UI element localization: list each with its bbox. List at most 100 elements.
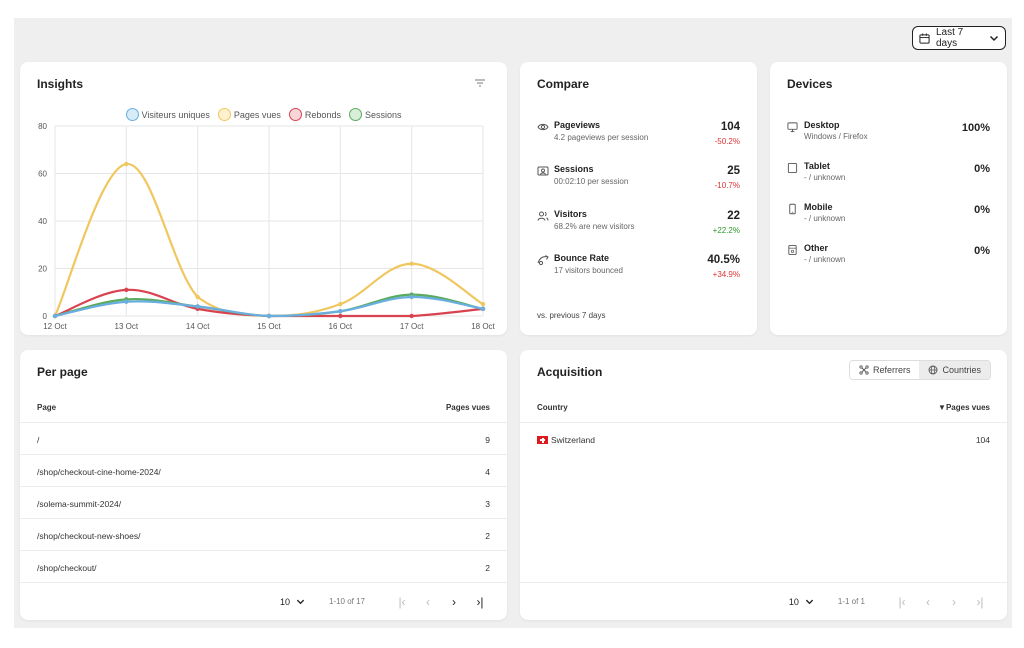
tab-countries[interactable]: Countries — [919, 361, 990, 379]
acquisition-tabs: Referrers Countries — [848, 360, 991, 380]
desktop-icon — [787, 122, 798, 133]
column-header-views-sorted[interactable]: ▼Pages vues — [938, 403, 990, 412]
compare-label: Pageviews — [554, 120, 601, 130]
data-point — [480, 301, 486, 307]
device-sub: - / unknown — [804, 214, 846, 223]
page-range: 1-1 of 1 — [837, 597, 865, 606]
data-point — [195, 294, 200, 300]
table-row[interactable]: /shop/checkout-new-shoes/ 2 — [20, 518, 507, 550]
column-header-views[interactable]: Pages vues — [446, 403, 490, 412]
page-views: 9 — [485, 435, 490, 445]
compare-delta: -10.7% — [714, 181, 740, 190]
page-views: 2 — [485, 563, 490, 573]
column-header-country[interactable]: Country — [537, 403, 568, 412]
devices-title: Devices — [787, 77, 833, 91]
page-views: 4 — [485, 467, 490, 477]
prev-page-icon[interactable]: ‹ — [915, 595, 941, 609]
devices-card: Devices Desktop Windows / Firefox 100% T… — [770, 62, 1007, 335]
compare-sub: 4.2 pageviews per session — [554, 133, 649, 142]
last-page-icon[interactable]: ›| — [467, 595, 493, 609]
next-page-icon[interactable]: › — [441, 595, 467, 609]
first-page-icon[interactable]: |‹ — [389, 595, 415, 609]
x-tick-label: 12 Oct — [43, 322, 67, 331]
globe-icon — [929, 365, 938, 375]
sessions-icon — [537, 166, 549, 176]
tablet-icon — [787, 162, 798, 174]
table-row[interactable]: /shop/checkout-cine-home-2024/ 4 — [20, 454, 507, 486]
page-path: /shop/checkout/ — [37, 563, 97, 573]
device-label: Mobile — [804, 202, 833, 212]
table-row[interactable]: Switzerland 104 — [520, 422, 1007, 454]
swiss-flag-icon — [537, 436, 548, 444]
data-point — [409, 313, 414, 319]
device-label: Tablet — [804, 161, 830, 171]
compare-label: Bounce Rate — [554, 253, 610, 263]
table-row[interactable]: /solema-summit-2024/ 3 — [20, 486, 507, 518]
compare-row-sessions: Sessions 00:02:10 per session 25 -10.7% — [537, 164, 740, 198]
compare-delta: +22.2% — [712, 226, 740, 235]
page-views: 3 — [485, 499, 490, 509]
device-value: 0% — [974, 245, 990, 257]
x-tick-label: 15 Oct — [257, 322, 281, 331]
users-icon — [537, 211, 549, 221]
bounce-icon — [537, 255, 549, 266]
compare-row-pageviews: Pageviews 4.2 pageviews per session 104 … — [537, 120, 740, 154]
device-sub: - / unknown — [804, 255, 846, 264]
calendar-icon — [919, 32, 930, 44]
per-page-card: Per page Page Pages vues / 9 /shop/check… — [20, 350, 507, 620]
compare-sub: 00:02:10 per session — [554, 177, 629, 186]
column-header-page[interactable]: Page — [37, 403, 56, 412]
data-point — [195, 304, 200, 309]
other-device-icon — [788, 244, 797, 256]
page-path: /shop/checkout-cine-home-2024/ — [37, 467, 161, 477]
page-range: 1-10 of 17 — [328, 597, 365, 606]
x-tick-label: 16 Oct — [329, 322, 353, 331]
x-tick-label: 13 Oct — [115, 322, 139, 331]
device-row-mobile: Mobile - / unknown 0% — [787, 202, 990, 232]
page-size-value: 10 — [788, 596, 799, 607]
data-point — [338, 309, 343, 314]
country-cell: Switzerland — [537, 435, 595, 445]
page-size-select[interactable]: 10 — [789, 597, 814, 607]
table-row[interactable]: /shop/checkout/ 2 — [20, 550, 507, 582]
compare-value: 104 — [720, 121, 740, 133]
data-point — [409, 294, 414, 300]
y-tick-label: 60 — [38, 170, 47, 179]
compare-delta: +34.9% — [712, 270, 740, 279]
device-value: 100% — [961, 122, 990, 134]
compare-delta: -50.2% — [714, 137, 740, 146]
tab-label: Referrers — [872, 365, 911, 375]
x-tick-label: 14 Oct — [186, 322, 210, 331]
next-page-icon[interactable]: › — [941, 595, 967, 609]
last-page-icon[interactable]: ›| — [967, 595, 993, 609]
acquisition-title: Acquisition — [537, 365, 603, 379]
compare-row-visitors: Visitors 68.2% are new visitors 22 +22.2… — [537, 209, 740, 243]
device-label: Other — [804, 243, 829, 253]
first-page-icon[interactable]: |‹ — [889, 595, 915, 609]
page-size-select[interactable]: 10 — [280, 597, 305, 607]
data-point — [124, 287, 129, 293]
acquisition-card: Acquisition Referrers Countries Country … — [520, 350, 1007, 620]
data-point — [338, 313, 343, 319]
data-point — [124, 299, 129, 304]
data-point — [480, 306, 486, 312]
device-row-desktop: Desktop Windows / Firefox 100% — [787, 120, 990, 150]
device-row-other: Other - / unknown 0% — [787, 243, 990, 273]
compare-label: Sessions — [554, 164, 594, 174]
prev-page-icon[interactable]: ‹ — [415, 595, 441, 609]
page-path: /solema-summit-2024/ — [37, 499, 122, 509]
date-range-button[interactable]: Last 7 days — [912, 26, 1006, 50]
tab-referrers[interactable]: Referrers — [849, 361, 920, 379]
compare-value: 22 — [727, 210, 740, 222]
device-value: 0% — [974, 163, 990, 175]
data-point — [338, 301, 343, 307]
compare-row-bounce-rate: Bounce Rate 17 visitors bounced 40.5% +3… — [537, 253, 740, 287]
compare-value: 25 — [727, 165, 740, 177]
country-views: 104 — [975, 435, 990, 445]
device-value: 0% — [974, 204, 990, 216]
per-page-pagination: 10 1-10 of 17 |‹ ‹ › ›| — [20, 582, 507, 620]
table-row[interactable]: / 9 — [20, 422, 507, 454]
chevron-down-icon — [805, 599, 813, 605]
compare-sub: 68.2% are new visitors — [554, 222, 635, 231]
compare-title: Compare — [537, 77, 590, 91]
